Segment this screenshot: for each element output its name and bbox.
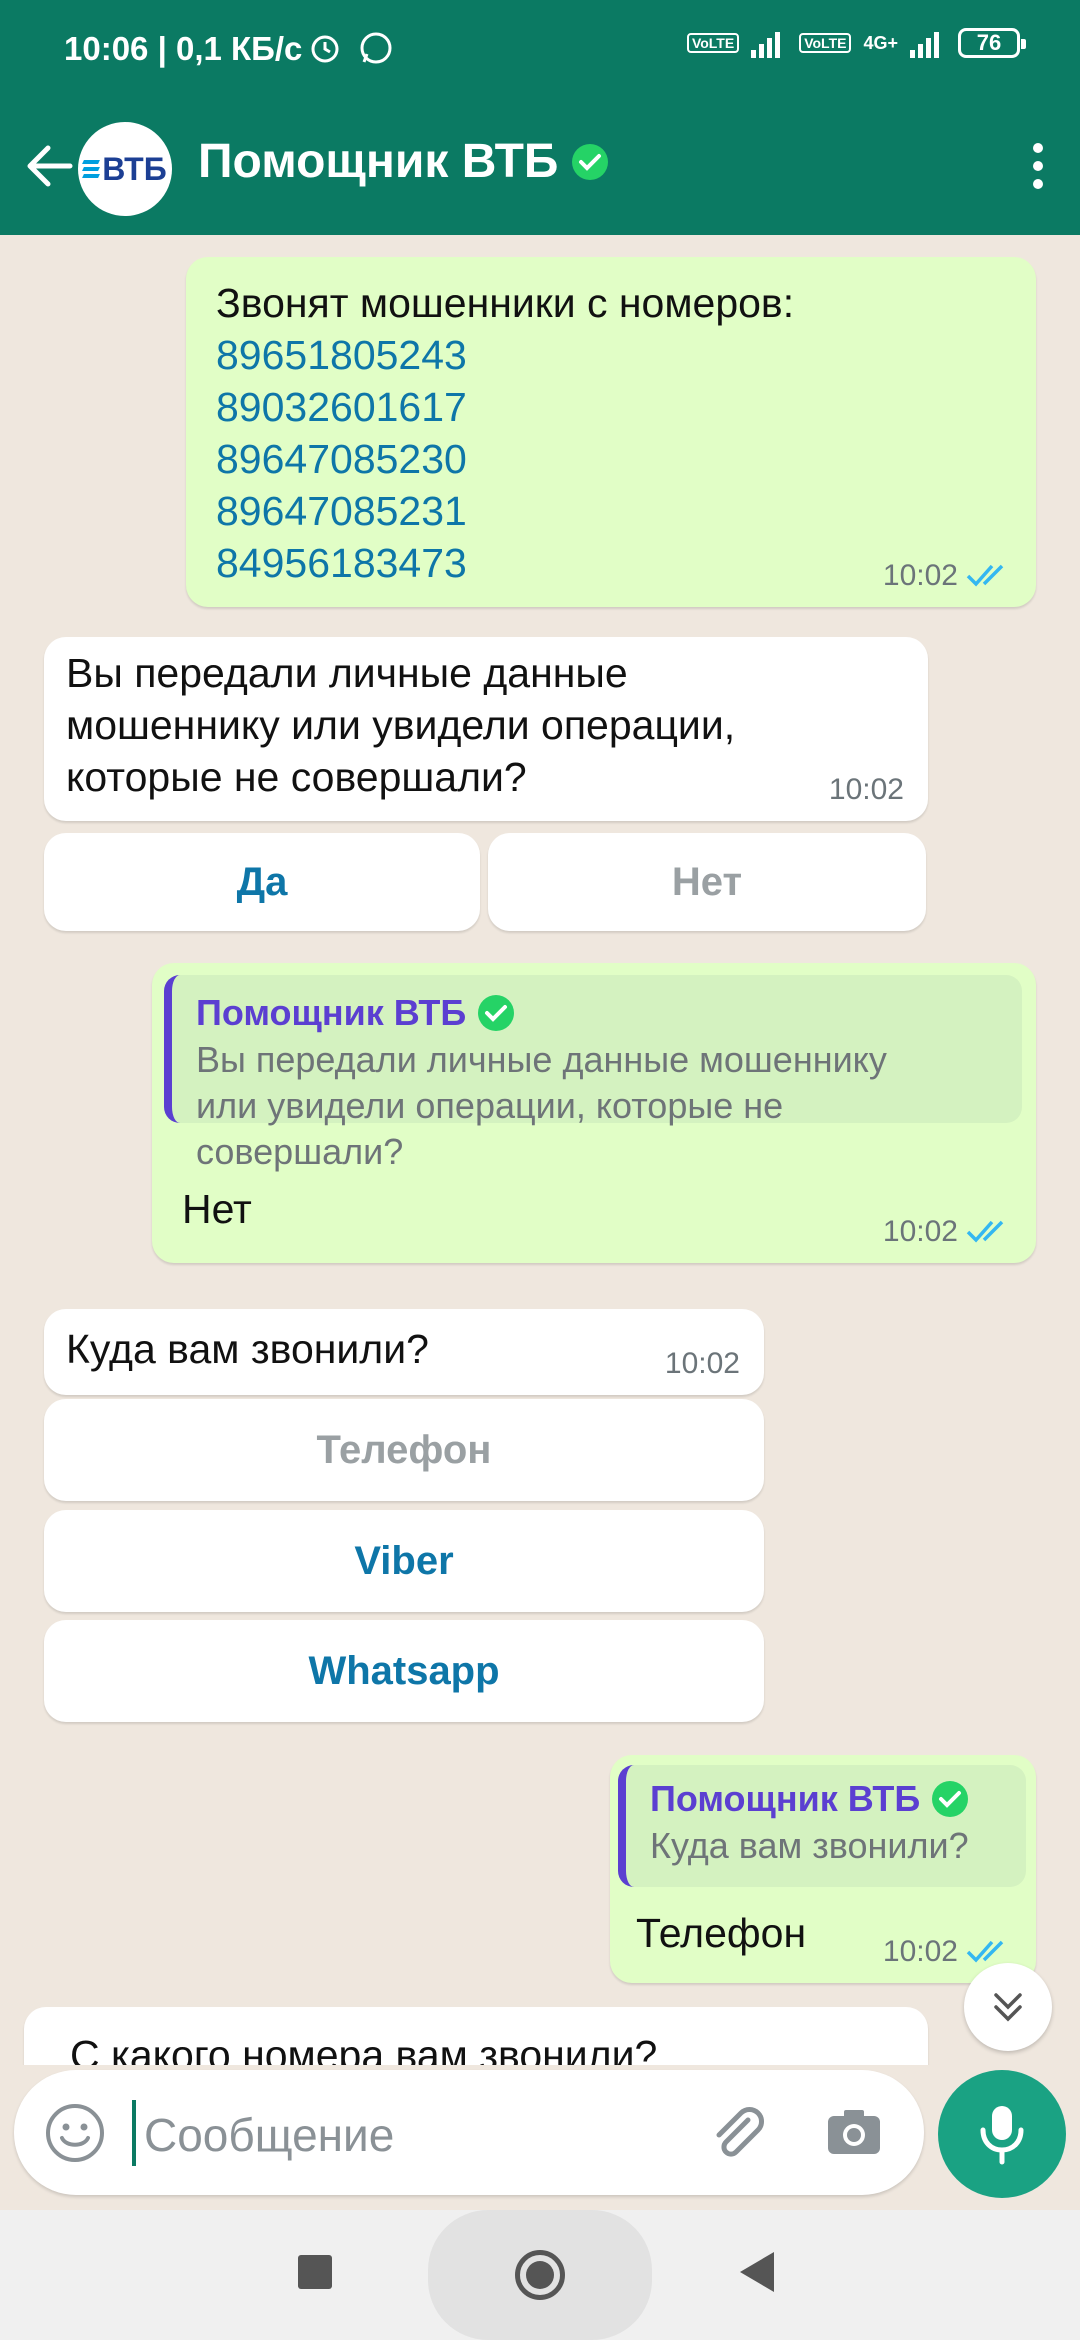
verified-badge-icon [572,143,609,180]
home-icon [515,2250,565,2300]
network-indicators: VoLTE VoLTE 4G+ 76 [686,28,1026,58]
phone-link[interactable]: 89032601617 [216,381,794,433]
message-meta: 10:02 [883,1935,1012,1969]
reply-button-no[interactable]: Нет [488,833,926,931]
verified-badge-icon [932,1781,969,1817]
chat-title[interactable]: Помощник ВТБ [198,134,610,189]
text-cursor [132,2100,136,2166]
chat-header: ВТБ Помощник ВТБ [0,100,1080,235]
recents-button[interactable] [298,2255,332,2289]
status-time: 10:06 | 0,1 КБ/с [64,30,303,67]
double-check-icon [966,1220,1004,1243]
double-check-icon [966,564,1004,587]
quote-text-line: Вы передали личные данные мошеннику [196,1039,887,1080]
message-incoming[interactable]: Вы передали личные данные мошеннику или … [44,637,928,821]
quote-author: Помощник ВТБ [196,989,1000,1037]
scroll-down-button[interactable] [964,1963,1052,2051]
message-text: Куда вам звонили? [66,1326,429,1372]
volte-badge: VoLTE [686,33,740,53]
quote-text-line: или увидели операции, которые не [196,1085,784,1126]
message-text: Звонят мошенники с номеров: [216,280,795,326]
chat-area[interactable]: Звонят мошенники с номеров: 89651805243 … [0,235,1080,2065]
quoted-message[interactable]: Помощник ВТБ Куда вам звонили? [618,1765,1026,1887]
mic-button[interactable] [938,2070,1066,2198]
message-outgoing-reply[interactable]: Помощник ВТБ Куда вам звонили? Телефон 1… [610,1755,1036,1983]
battery-icon: 76 [958,28,1026,58]
emoji-icon[interactable] [44,2102,106,2164]
phone-link[interactable]: 89651805243 [216,329,794,381]
vtb-logo-icon [82,160,101,178]
message-incoming[interactable]: Куда вам звонили? 10:02 [44,1309,764,1395]
reply-button-whatsapp[interactable]: Whatsapp [44,1620,764,1722]
message-meta: 10:02 [664,1347,740,1380]
volte-badge-2: VoLTE [799,33,852,53]
message-outgoing-reply[interactable]: Помощник ВТБ Вы передали личные данные м… [152,963,1036,1263]
attach-icon[interactable] [704,2100,770,2166]
microphone-icon [980,2106,1024,2165]
reply-button-yes[interactable]: Да [44,833,480,931]
phone-link[interactable]: 89647085231 [216,485,794,537]
message-outgoing[interactable]: Звонят мошенники с номеров: 89651805243 … [186,257,1036,607]
signal-icon-2 [910,32,939,58]
message-input-bar[interactable]: Сообщение [14,2070,924,2195]
message-meta: 10:02 [883,559,1012,593]
double-check-icon [966,1940,1004,1963]
message-incoming[interactable]: С какого номера вам звонили? [24,2007,928,2065]
whatsapp-icon [360,32,392,64]
reply-button-phone[interactable]: Телефон [44,1399,764,1501]
message-text-line: которые не совершали? [66,754,527,800]
message-meta: 10:02 [828,773,904,806]
chevron-double-down-icon [994,1993,1022,2022]
reply-button-viber[interactable]: Viber [44,1510,764,1612]
more-options-icon[interactable] [1026,136,1050,196]
message-text-line: Вы передали личные данные [66,650,628,696]
quote-author: Помощник ВТБ [650,1775,1004,1823]
verified-badge-icon [478,995,515,1031]
quoted-message[interactable]: Помощник ВТБ Вы передали личные данные м… [164,975,1022,1172]
signal-icon [751,32,781,58]
message-text: С какого номера вам звонили? [70,2032,658,2065]
message-text-line: мошеннику или увидели операции, [66,702,736,748]
home-button[interactable] [428,2210,652,2340]
message-meta: 10:02 [883,1215,1012,1249]
back-button[interactable] [740,2252,774,2292]
message-input[interactable]: Сообщение [144,2108,394,2162]
message-text: Нет [182,1186,252,1232]
message-text: Телефон [636,1910,807,1956]
camera-icon[interactable] [824,2102,884,2162]
status-bar: 10:06 | 0,1 КБ/с VoLTE VoLTE 4G+ 76 [0,0,1080,100]
quote-text-line: совершали? [196,1131,404,1172]
phone-link[interactable]: 89647085230 [216,433,794,485]
alarm-icon [311,35,339,63]
back-arrow-icon[interactable] [20,136,80,196]
avatar[interactable]: ВТБ [78,122,172,216]
quote-text: Куда вам звонили? [650,1825,969,1866]
phone-link[interactable]: 84956183473 [216,537,794,589]
network-type: 4G+ [863,32,898,53]
system-nav-bar [0,2210,1080,2340]
